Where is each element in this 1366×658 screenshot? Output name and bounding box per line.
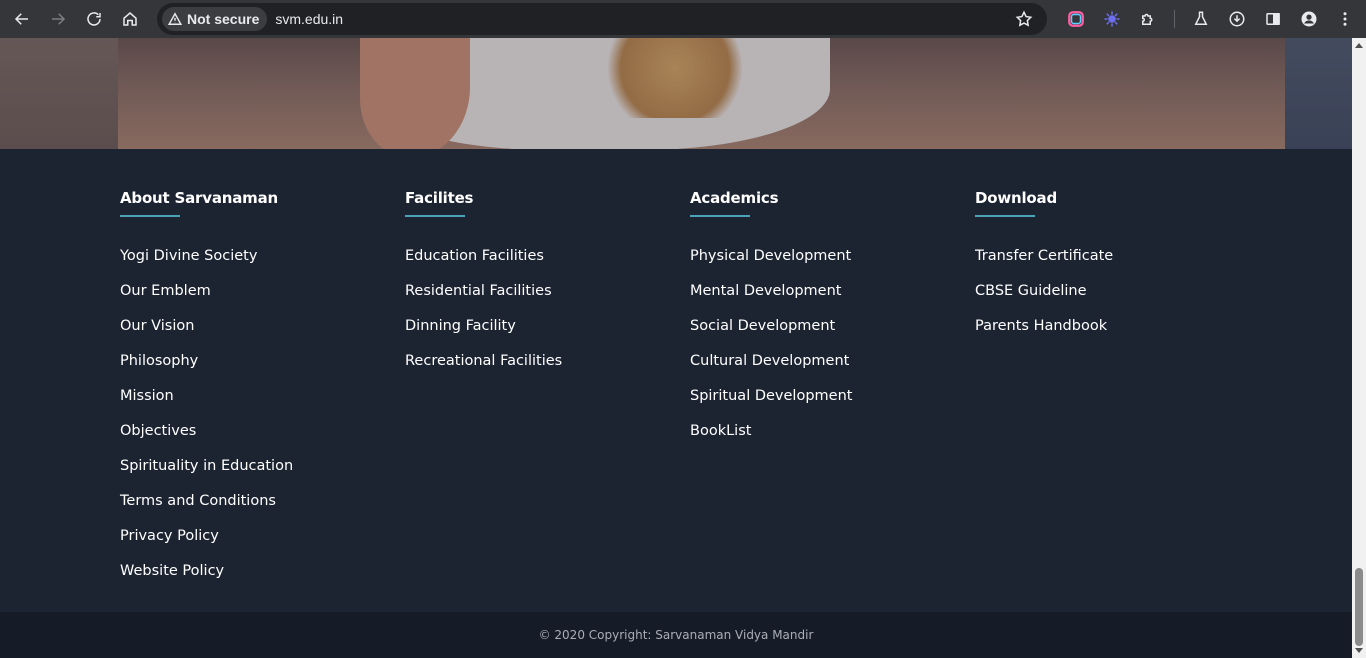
hero-image — [0, 38, 1352, 149]
copyright-bar: © 2020 Copyright: Sarvanaman Vidya Mandi… — [0, 612, 1352, 658]
footer-link[interactable]: Philosophy — [120, 351, 380, 386]
heading-underline — [120, 215, 180, 217]
footer-column-about: About Sarvanaman Yogi Divine Society Our… — [120, 189, 380, 596]
back-button[interactable] — [4, 4, 40, 34]
footer-link[interactable]: Objectives — [120, 421, 380, 456]
extensions-button[interactable] — [1130, 4, 1166, 34]
footer-link[interactable]: Recreational Facilities — [405, 351, 665, 386]
footer-link[interactable]: Parents Handbook — [975, 316, 1235, 351]
heading-underline — [690, 215, 750, 217]
avatar-icon — [1301, 11, 1317, 27]
footer-link[interactable]: Physical Development — [690, 246, 950, 281]
footer-link[interactable]: Education Facilities — [405, 246, 665, 281]
footer-link[interactable]: Spiritual Development — [690, 386, 950, 421]
url-text[interactable]: svm.edu.in — [275, 11, 343, 27]
arrow-left-icon — [14, 13, 28, 25]
scroll-up-arrow-icon[interactable] — [1355, 43, 1363, 48]
footer-link[interactable]: Yogi Divine Society — [120, 246, 380, 281]
footer-link[interactable]: Spirituality in Education — [120, 456, 380, 491]
column-heading: Download — [975, 189, 1057, 207]
forward-button[interactable] — [40, 4, 76, 34]
arrow-right-icon — [52, 13, 66, 25]
scrollbar-thumb[interactable] — [1355, 568, 1363, 646]
link-list: Physical Development Mental Development … — [690, 246, 950, 456]
footer-link[interactable]: Residential Facilities — [405, 281, 665, 316]
footer-link[interactable]: Transfer Certificate — [975, 246, 1235, 281]
extensions-area — [1058, 4, 1363, 34]
home-icon — [123, 12, 137, 26]
footer-link[interactable]: Terms and Conditions — [120, 491, 380, 526]
browser-toolbar: Not secure svm.edu.in — [0, 0, 1366, 38]
reload-icon — [87, 12, 101, 26]
flask-icon — [1194, 11, 1208, 25]
side-panel-icon — [1266, 13, 1280, 25]
reload-button[interactable] — [76, 4, 112, 34]
footer-link[interactable]: CBSE Guideline — [975, 281, 1235, 316]
footer-column-download: Download Transfer Certificate CBSE Guide… — [975, 189, 1235, 351]
menu-button[interactable] — [1327, 4, 1363, 34]
sun-gear-icon — [1104, 11, 1120, 27]
downloads-button[interactable] — [1219, 4, 1255, 34]
column-heading: Academics — [690, 189, 779, 207]
toolbar-separator — [1174, 10, 1175, 28]
gear-extension-button[interactable] — [1094, 4, 1130, 34]
footer-link[interactable]: Mental Development — [690, 281, 950, 316]
heading-underline — [405, 215, 465, 217]
site-footer: About Sarvanaman Yogi Divine Society Our… — [0, 149, 1352, 612]
footer-link[interactable]: Website Policy — [120, 561, 380, 596]
bookmark-star-icon[interactable] — [1015, 10, 1033, 28]
link-list: Yogi Divine Society Our Emblem Our Visio… — [120, 246, 380, 596]
footer-link[interactable]: Our Vision — [120, 316, 380, 351]
address-bar[interactable]: Not secure svm.edu.in — [157, 3, 1047, 35]
footer-column-academics: Academics Physical Development Mental De… — [690, 189, 950, 456]
page-scrollbar[interactable] — [1352, 38, 1366, 658]
column-heading: Facilites — [405, 189, 474, 207]
link-list: Transfer Certificate CBSE Guideline Pare… — [975, 246, 1235, 351]
puzzle-icon — [1142, 13, 1153, 25]
warning-icon — [168, 12, 182, 25]
footer-link[interactable]: BookList — [690, 421, 950, 456]
footer-link[interactable]: Cultural Development — [690, 351, 950, 386]
color-ring-icon — [1068, 11, 1084, 27]
download-icon — [1229, 11, 1245, 27]
side-panel-button[interactable] — [1255, 4, 1291, 34]
footer-link[interactable]: Our Emblem — [120, 281, 380, 316]
home-button[interactable] — [112, 4, 148, 34]
security-label: Not secure — [187, 11, 260, 27]
footer-column-facilities: Facilites Education Facilities Residenti… — [405, 189, 665, 386]
labs-button[interactable] — [1183, 4, 1219, 34]
profile-button[interactable] — [1291, 4, 1327, 34]
footer-link[interactable]: Privacy Policy — [120, 526, 380, 561]
copyright-text: © 2020 Copyright: Sarvanaman Vidya Mandi… — [538, 628, 814, 642]
security-chip[interactable]: Not secure — [162, 7, 268, 31]
heading-underline — [975, 215, 1035, 217]
column-heading: About Sarvanaman — [120, 189, 278, 207]
scroll-down-arrow-icon[interactable] — [1355, 648, 1363, 653]
footer-link[interactable]: Mission — [120, 386, 380, 421]
color-extension-button[interactable] — [1058, 4, 1094, 34]
footer-link[interactable]: Social Development — [690, 316, 950, 351]
footer-link[interactable]: Dinning Facility — [405, 316, 665, 351]
link-list: Education Facilities Residential Facilit… — [405, 246, 665, 386]
kebab-menu-icon — [1343, 12, 1347, 26]
